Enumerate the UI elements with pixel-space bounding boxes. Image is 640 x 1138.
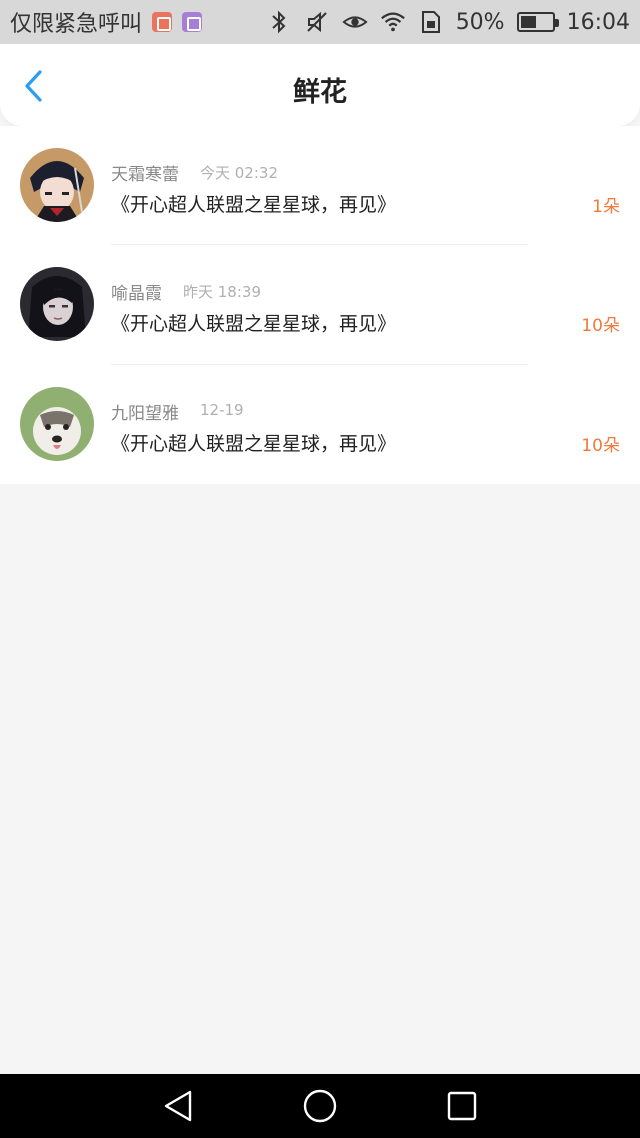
mute-icon xyxy=(304,9,330,35)
status-left: 仅限紧急呼叫 xyxy=(10,6,203,38)
flower-count: 10朵 xyxy=(581,316,620,337)
flower-list: 天霜寒蕾 今天 02:32 《开心超人联盟之星星球，再见》 1朵 喻晶霞 昨天 … xyxy=(0,126,640,484)
notification-purple-icon xyxy=(182,12,203,32)
circle-home-icon xyxy=(303,1089,337,1123)
notification-red-icon xyxy=(152,12,173,32)
screen: 仅限紧急呼叫 50% 16:04 鲜花 天霜寒蕾 今天 02:32 《开心超人联… xyxy=(0,0,640,1138)
sender-name: 天霜寒蕾 xyxy=(111,165,179,185)
sender-name: 喻晶霞 xyxy=(111,284,162,305)
flower-count: 1朵 xyxy=(592,197,620,217)
message-text: 《开心超人联盟之星星球，再见》 xyxy=(111,313,397,336)
avatar[interactable] xyxy=(20,148,94,222)
battery-fill xyxy=(520,16,536,28)
flower-count: 10朵 xyxy=(581,435,620,456)
header: 鲜花 xyxy=(0,44,640,126)
triangle-back-icon xyxy=(164,1090,192,1122)
page-title: 鲜花 xyxy=(293,77,347,108)
status-bar: 仅限紧急呼叫 50% 16:04 xyxy=(0,0,640,44)
nav-recents-button[interactable] xyxy=(444,1088,480,1124)
nav-home-button[interactable] xyxy=(302,1088,338,1124)
sim-icon xyxy=(418,9,444,35)
message-text: 《开心超人联盟之星星球，再见》 xyxy=(111,194,397,216)
battery-icon xyxy=(516,12,559,32)
square-recents-icon xyxy=(447,1091,477,1121)
timestamp: 今天 02:32 xyxy=(200,164,278,182)
status-right: 50% 16:04 xyxy=(266,9,630,35)
nav-back-button[interactable] xyxy=(160,1088,196,1124)
eye-icon xyxy=(342,9,368,35)
carrier-text: 仅限紧急呼叫 xyxy=(10,12,143,37)
message-text: 《开心超人联盟之星星球，再见》 xyxy=(111,432,397,455)
timestamp: 昨天 18:39 xyxy=(183,283,261,302)
list-item[interactable]: 天霜寒蕾 今天 02:32 《开心超人联盟之星星球，再见》 1朵 xyxy=(0,126,640,246)
list-item[interactable]: 喻晶霞 昨天 18:39 《开心超人联盟之星星球，再见》 10朵 xyxy=(0,245,640,365)
wifi-icon xyxy=(380,9,406,35)
list-item[interactable]: 九阳望雅 12-19 《开心超人联盟之星星球，再见》 10朵 xyxy=(0,365,640,484)
clock: 16:04 xyxy=(566,9,630,35)
timestamp: 12-19 xyxy=(200,400,244,419)
bluetooth-icon xyxy=(266,9,292,35)
avatar[interactable] xyxy=(20,386,94,461)
battery-percent: 50% xyxy=(455,9,505,35)
sender-name: 九阳望雅 xyxy=(111,403,179,424)
avatar[interactable] xyxy=(20,267,94,342)
system-nav-bar xyxy=(0,1074,640,1138)
